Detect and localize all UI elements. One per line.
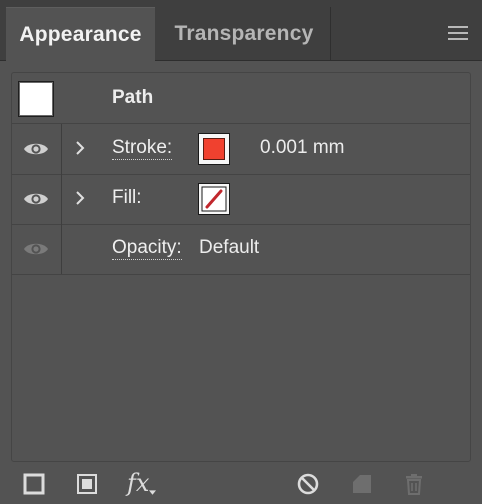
- add-new-stroke-icon[interactable]: [22, 472, 46, 496]
- chevron-right-icon[interactable]: [74, 139, 86, 157]
- object-thumbnail: [18, 81, 54, 117]
- stroke-weight-value[interactable]: 0.001 mm: [260, 138, 344, 158]
- clear-appearance-icon[interactable]: [296, 472, 320, 496]
- tab-transparency[interactable]: Transparency: [158, 7, 331, 60]
- chevron-down-icon: [149, 490, 156, 495]
- eye-icon: [24, 243, 48, 255]
- eye-icon[interactable]: [23, 140, 49, 158]
- stroke-label[interactable]: Stroke:: [112, 138, 173, 160]
- fill-row[interactable]: Fill:: [12, 174, 470, 225]
- opacity-value: Default: [199, 237, 260, 258]
- opacity-row[interactable]: Opacity: Default: [12, 224, 470, 275]
- trash-icon: [406, 474, 422, 495]
- add-new-effect-icon[interactable]: fx: [127, 468, 159, 498]
- tab-appearance[interactable]: Appearance: [6, 7, 155, 62]
- none-color-icon: [201, 186, 227, 212]
- stroke-color-swatch[interactable]: [198, 133, 230, 165]
- object-row: Path: [12, 73, 470, 124]
- object-type-label: Path: [112, 87, 154, 108]
- visibility-column-divider: [61, 224, 62, 274]
- appearance-toolbar: fx: [0, 464, 482, 504]
- panel-tab-bar: Appearance Transparency: [0, 0, 482, 62]
- fill-label: Fill:: [112, 187, 142, 208]
- eye-icon[interactable]: [23, 190, 49, 208]
- visibility-column-divider: [61, 124, 62, 174]
- stroke-color-fill: [203, 138, 225, 160]
- chevron-right-icon[interactable]: [74, 189, 86, 207]
- opacity-label[interactable]: Opacity:: [112, 238, 182, 260]
- appearance-attribute-list: Path Stroke: 0.001 mm Fill: Opacity: Def…: [11, 72, 471, 462]
- duplicate-item-icon: [353, 475, 371, 493]
- panel-menu-icon[interactable]: [448, 26, 468, 40]
- fill-color-swatch[interactable]: [198, 183, 230, 215]
- add-new-fill-icon[interactable]: [75, 472, 99, 496]
- appearance-panel: Appearance Transparency Path Stroke: 0.0…: [0, 0, 482, 504]
- visibility-column-divider: [61, 174, 62, 224]
- stroke-row[interactable]: Stroke: 0.001 mm: [12, 124, 470, 175]
